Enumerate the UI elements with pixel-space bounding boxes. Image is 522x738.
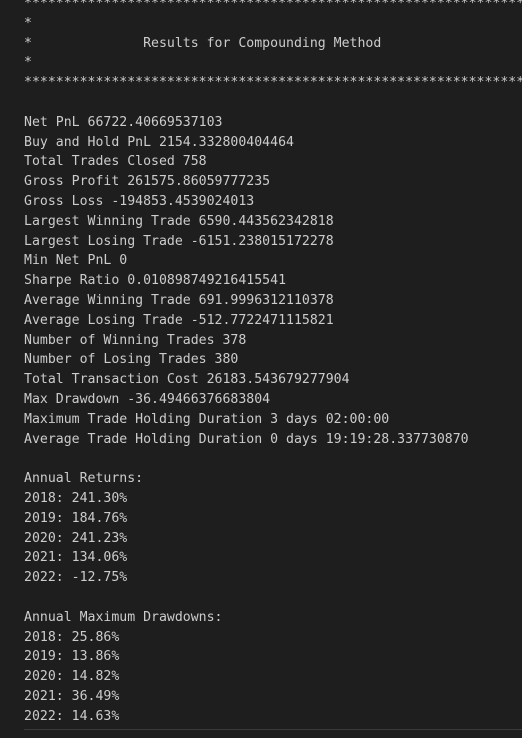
annual-drawdown-row: 2021: 36.49% <box>24 688 120 704</box>
stat-min-net-pnl: Min Net PnL 0 <box>24 253 128 269</box>
stat-num-losses: Number of Losing Trades 380 <box>24 352 239 368</box>
annual-return-row: 2020: 241.23% <box>24 530 128 546</box>
annual-drawdowns-section: Annual Maximum Drawdowns: 2018: 25.86% 2… <box>24 608 522 727</box>
results-banner: ****************************************… <box>24 0 522 93</box>
stat-avg-loss: Average Losing Trade -512.7722471115821 <box>24 312 334 328</box>
banner-border-top: ****************************************… <box>24 0 522 11</box>
stat-buy-hold-pnl: Buy and Hold PnL 2154.332800404464 <box>24 134 294 150</box>
annual-return-row: 2019: 184.76% <box>24 510 128 526</box>
annual-drawdown-row: 2022: 14.63% <box>24 708 120 724</box>
stat-gross-profit: Gross Profit 261575.86059777235 <box>24 174 271 190</box>
annual-return-row: 2021: 134.06% <box>24 550 128 566</box>
stat-largest-win: Largest Winning Trade 6590.443562342818 <box>24 213 334 229</box>
stat-gross-loss: Gross Loss -194853.4539024013 <box>24 193 255 209</box>
annual-returns-heading: Annual Returns: <box>24 471 144 487</box>
stat-total-trades: Total Trades Closed 758 <box>24 154 207 170</box>
output-bottom-edge <box>24 729 522 730</box>
banner-title: * Results for Compounding Method * <box>24 35 382 51</box>
banner-border-bottom: ****************************************… <box>24 75 522 91</box>
stat-avg-holding: Average Trade Holding Duration 0 days 19… <box>24 431 469 447</box>
stat-largest-loss: Largest Losing Trade -6151.238015172278 <box>24 233 334 249</box>
annual-return-row: 2022: -12.75% <box>24 570 128 586</box>
banner-side-bottom: * * <box>24 55 32 71</box>
stats-list: Net PnL 66722.40669537103 Buy and Hold P… <box>24 113 522 450</box>
stat-net-pnl: Net PnL 66722.40669537103 <box>24 114 223 130</box>
banner-side-top: * * <box>24 15 32 31</box>
stat-max-holding: Maximum Trade Holding Duration 3 days 02… <box>24 411 390 427</box>
annual-drawdowns-heading: Annual Maximum Drawdowns: <box>24 609 223 625</box>
stat-num-wins: Number of Winning Trades 378 <box>24 332 247 348</box>
annual-returns-section: Annual Returns: 2018: 241.30% 2019: 184.… <box>24 469 522 588</box>
stat-sharpe-ratio: Sharpe Ratio 0.010898749216415541 <box>24 273 287 289</box>
stat-max-drawdown: Max Drawdown -36.49466376683804 <box>24 391 271 407</box>
stat-transaction-cost: Total Transaction Cost 26183.54367927790… <box>24 372 350 388</box>
annual-drawdown-row: 2019: 13.86% <box>24 649 120 665</box>
terminal-output: ****************************************… <box>0 0 522 738</box>
annual-drawdown-row: 2020: 14.82% <box>24 669 120 685</box>
annual-drawdown-row: 2018: 25.86% <box>24 629 120 645</box>
annual-return-row: 2018: 241.30% <box>24 490 128 506</box>
stat-avg-win: Average Winning Trade 691.9996312110378 <box>24 292 334 308</box>
